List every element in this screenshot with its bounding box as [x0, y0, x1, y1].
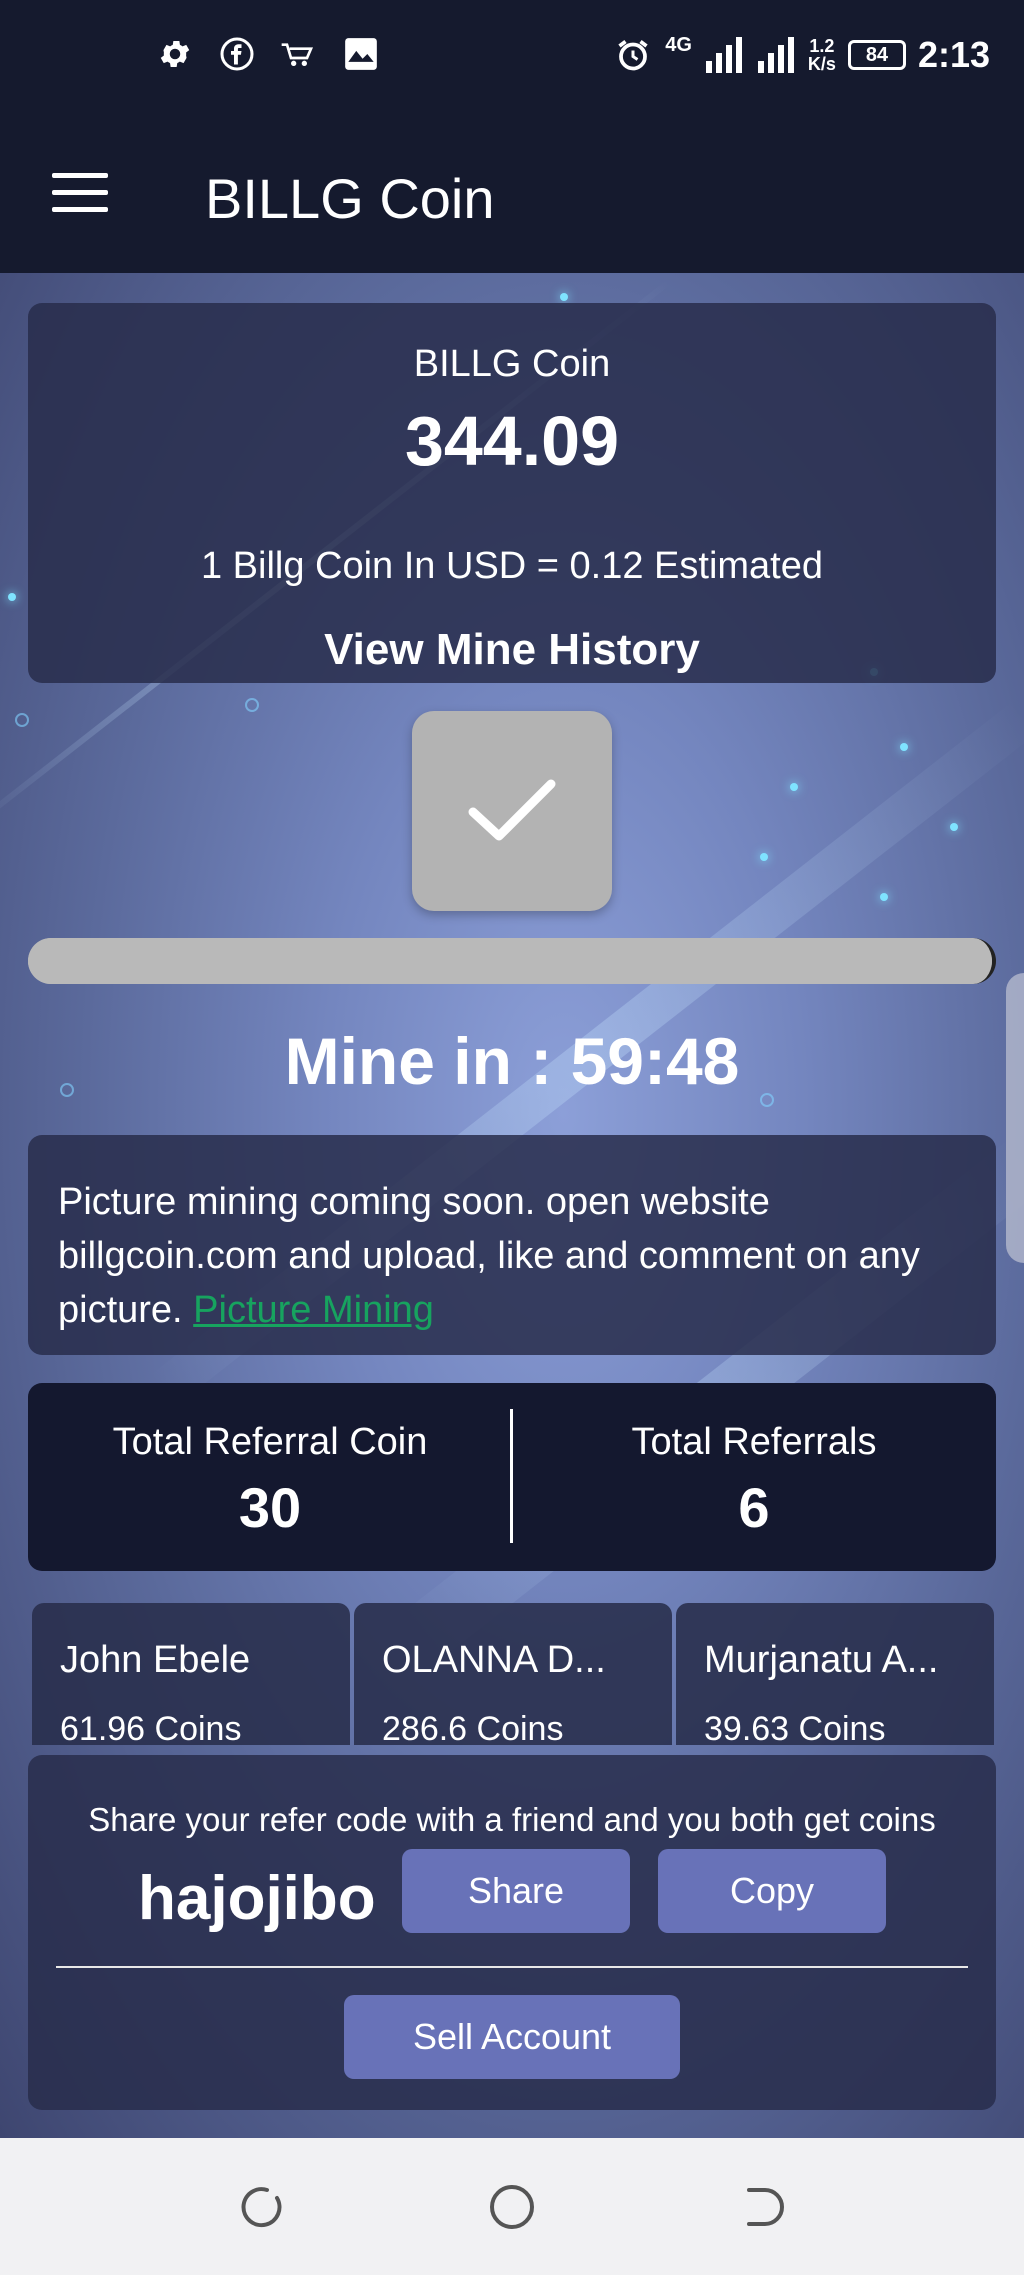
back-icon[interactable] [737, 2182, 787, 2232]
referred-users-list[interactable]: John Ebele 61.96 Coins OLANNA D... 286.6… [28, 1603, 996, 1745]
network-label: 4G [665, 34, 692, 56]
menu-icon[interactable] [52, 173, 108, 217]
picture-mining-link[interactable]: Picture Mining [193, 1289, 434, 1331]
side-drawer-handle[interactable] [1006, 973, 1024, 1263]
user-coins: 61.96 Coins [60, 1710, 242, 1745]
app-title: BILLG Coin [205, 167, 495, 230]
network-speed: 1.2 K/s [807, 36, 836, 74]
settings-icon [155, 34, 195, 74]
app-bar: BILLG Coin [0, 118, 1024, 273]
view-mine-history-link[interactable]: View Mine History [28, 625, 996, 675]
share-instructions: Share your refer code with a friend and … [88, 1801, 936, 1838]
user-name: OLANNA D... [382, 1639, 606, 1681]
battery-level: 84 [865, 43, 889, 66]
mine-button[interactable] [412, 711, 612, 911]
user-coins: 39.63 Coins [704, 1710, 886, 1745]
referral-coin-value: 30 [238, 1476, 302, 1539]
user-name: John Ebele [60, 1639, 251, 1681]
balance-card-title: BILLG Coin [413, 343, 611, 385]
share-button[interactable]: Share [402, 1849, 630, 1933]
mining-progress-bar [28, 938, 996, 984]
refer-code: hajojibo [138, 1864, 376, 1933]
referral-count-value: 6 [738, 1476, 770, 1539]
balance-card: BILLG Coin 344.09 1 Billg Coin In USD = … [28, 303, 996, 683]
mining-progress-fill [28, 938, 992, 984]
referral-count-label: Total Referrals [631, 1421, 877, 1463]
battery-icon: 84 [847, 40, 906, 70]
share-card: Share your refer code with a friend and … [28, 1755, 996, 2110]
user-coins: 286.6 Coins [382, 1710, 564, 1745]
main-content: BILLG Coin 344.09 1 Billg Coin In USD = … [0, 273, 1024, 2138]
signal-icon [704, 35, 744, 75]
list-item[interactable]: OLANNA D... 286.6 Coins [354, 1603, 672, 1745]
divider [56, 1966, 968, 1968]
list-item[interactable]: Murjanatu A... 39.63 Coins [676, 1603, 994, 1745]
gallery-icon [341, 34, 381, 74]
copy-button[interactable]: Copy [658, 1849, 886, 1933]
clock: 2:13 [917, 34, 990, 75]
user-name: Murjanatu A... [704, 1639, 939, 1681]
coin-balance: 344.09 [404, 402, 620, 480]
system-nav-bar [0, 2138, 1024, 2275]
referral-stats-card: Total Referral Coin 30 Total Referrals 6 [28, 1383, 996, 1571]
referral-coin-label: Total Referral Coin [112, 1421, 428, 1463]
list-item[interactable]: John Ebele 61.96 Coins [32, 1603, 350, 1745]
facebook-icon [217, 34, 257, 74]
sell-account-button[interactable]: Sell Account [344, 1995, 680, 2079]
alarm-icon [613, 35, 653, 75]
status-bar: 4G 1.2 K/s 84 2:13 [0, 0, 1024, 118]
recent-apps-icon[interactable] [237, 2182, 287, 2232]
mine-timer: Mine in : 59:48 [284, 1024, 740, 1098]
signal-icon [756, 35, 796, 75]
notice-text: Picture mining coming soon. open website… [58, 1181, 920, 1331]
cart-icon [279, 34, 319, 74]
home-icon[interactable] [487, 2182, 537, 2232]
referral-count-stat: Total Referrals 6 [512, 1383, 996, 1571]
checkmark-icon [468, 779, 556, 841]
referral-coin-stat: Total Referral Coin 30 [28, 1383, 512, 1571]
notice-card: Picture mining coming soon. open website… [28, 1135, 996, 1355]
usd-rate: 1 Billg Coin In USD = 0.12 Estimated [200, 545, 824, 587]
